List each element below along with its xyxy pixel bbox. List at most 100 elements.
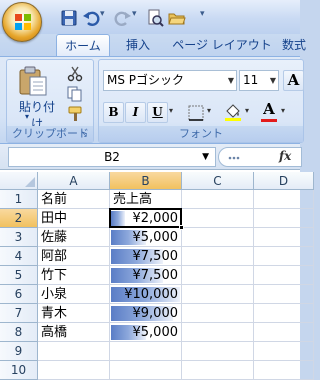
cell-a7[interactable]: 青木 xyxy=(38,304,110,323)
row-header-7[interactable]: 7 xyxy=(0,304,38,323)
cell-d9[interactable] xyxy=(254,342,314,361)
fill-color-icon[interactable] xyxy=(223,102,243,122)
cell-b3[interactable]: ¥5,000 xyxy=(110,228,182,247)
save-icon[interactable] xyxy=(60,9,78,27)
redo-icon[interactable] xyxy=(114,9,132,27)
cell-c6[interactable] xyxy=(182,285,254,304)
cell-d10[interactable] xyxy=(254,361,314,380)
format-painter-icon[interactable] xyxy=(67,106,83,122)
name-box[interactable]: B2 ▼ xyxy=(8,147,216,167)
italic-button[interactable]: I xyxy=(125,102,146,123)
font-group: MS Pゴシック ▼ 11 ▼ A B I U ▾ ▾ ▾ A ▾ フォント xyxy=(98,59,304,143)
cut-icon[interactable] xyxy=(67,66,83,82)
tab-formulas[interactable]: 数式 xyxy=(282,34,320,56)
cell-d5[interactable] xyxy=(254,266,314,285)
print-preview-icon[interactable] xyxy=(146,9,164,27)
cell-d6[interactable] xyxy=(254,285,314,304)
name-box-arrow-icon[interactable]: ▼ xyxy=(202,148,209,166)
row-header-8[interactable]: 8 xyxy=(0,323,38,342)
row-header-1[interactable]: 1 xyxy=(0,190,38,209)
row-header-4[interactable]: 4 xyxy=(0,247,38,266)
cell-a1[interactable]: 名前 xyxy=(38,190,110,209)
customize-qat-icon[interactable]: ▾ xyxy=(200,9,210,27)
clipboard-group-label-text: クリップボード xyxy=(12,127,89,140)
paste-dropdown-icon[interactable]: ▾ xyxy=(25,112,29,121)
cell-c3[interactable] xyxy=(182,228,254,247)
cell-a4[interactable]: 阿部 xyxy=(38,247,110,266)
cell-a3[interactable]: 佐藤 xyxy=(38,228,110,247)
cell-b10[interactable] xyxy=(110,361,182,380)
font-name-dropdown[interactable]: MS Pゴシック ▼ xyxy=(103,70,237,91)
cell-a8[interactable]: 高橋 xyxy=(38,323,110,342)
fill-color-dropdown-icon[interactable]: ▾ xyxy=(245,106,249,115)
worksheet-grid[interactable]: ABCD 1 名前 売上高 2 田中 ¥2,000 3 佐藤 ¥5,000 4 阿部 ¥7,500 5 竹… xyxy=(0,170,314,380)
grow-font-button[interactable]: A xyxy=(283,70,304,91)
redo-dropdown-icon[interactable]: ▾ xyxy=(132,9,142,27)
column-header-c[interactable]: C xyxy=(182,172,254,190)
cell-d4[interactable] xyxy=(254,247,314,266)
office-button[interactable] xyxy=(2,2,42,42)
cell-c5[interactable] xyxy=(182,266,254,285)
cell-c1[interactable] xyxy=(182,190,254,209)
row-header-5[interactable]: 5 xyxy=(0,266,38,285)
row-header-3[interactable]: 3 xyxy=(0,228,38,247)
column-header-b[interactable]: B xyxy=(110,172,182,190)
cell-c2[interactable] xyxy=(182,209,254,228)
clipboard-dialog-launcher-icon[interactable]: ↘ xyxy=(81,130,90,139)
font-color-button[interactable]: A xyxy=(259,100,279,122)
cell-a6[interactable]: 小泉 xyxy=(38,285,110,304)
font-group-label-text: フォント xyxy=(179,127,223,140)
undo-icon[interactable] xyxy=(82,9,100,27)
cell-b6[interactable]: ¥10,000 xyxy=(110,285,182,304)
cell-b9[interactable] xyxy=(110,342,182,361)
cell-b7[interactable]: ¥9,000 xyxy=(110,304,182,323)
cell-b8[interactable]: ¥5,000 xyxy=(110,323,182,342)
cell-c7[interactable] xyxy=(182,304,254,323)
paste-icon[interactable] xyxy=(17,66,49,96)
cell-value: ¥10,000 xyxy=(124,287,178,302)
cell-b4[interactable]: ¥7,500 xyxy=(110,247,182,266)
formula-input[interactable]: fx xyxy=(218,147,302,167)
tab-insert[interactable]: 挿入 xyxy=(118,34,158,56)
borders-dropdown-icon[interactable]: ▾ xyxy=(207,106,211,115)
cell-b1[interactable]: 売上高 xyxy=(110,190,182,209)
tab-home[interactable]: ホーム xyxy=(56,34,110,56)
cell-c9[interactable] xyxy=(182,342,254,361)
borders-icon[interactable] xyxy=(187,104,205,122)
cell-b5[interactable]: ¥7,500 xyxy=(110,266,182,285)
cell-b2[interactable]: ¥2,000 xyxy=(110,209,182,228)
copy-icon[interactable] xyxy=(67,86,83,102)
cell-c8[interactable] xyxy=(182,323,254,342)
bold-button[interactable]: B xyxy=(103,102,124,123)
row-header-2[interactable]: 2 xyxy=(0,209,38,228)
font-size-dropdown[interactable]: 11 ▼ xyxy=(239,70,279,91)
cell-a10[interactable] xyxy=(38,361,110,380)
font-size-value: 11 xyxy=(243,73,259,87)
cell-a9[interactable] xyxy=(38,342,110,361)
column-header-d[interactable]: D xyxy=(254,172,314,190)
row-header-9[interactable]: 9 xyxy=(0,342,38,361)
column-header-a[interactable]: A xyxy=(38,172,110,190)
tab-page-layout[interactable]: ページ レイアウト xyxy=(168,34,276,56)
cell-d1[interactable] xyxy=(254,190,314,209)
cell-c4[interactable] xyxy=(182,247,254,266)
insert-function-icon[interactable]: fx xyxy=(279,149,291,163)
font-color-dropdown-icon[interactable]: ▾ xyxy=(281,106,285,115)
open-folder-icon[interactable] xyxy=(168,9,186,27)
select-all-corner[interactable] xyxy=(0,172,38,190)
cell-value: 売上高 xyxy=(113,192,153,207)
cell-d2[interactable] xyxy=(254,209,314,228)
cell-d8[interactable] xyxy=(254,323,314,342)
cell-d3[interactable] xyxy=(254,228,314,247)
cell-c10[interactable] xyxy=(182,361,254,380)
expand-formula-icon[interactable] xyxy=(227,153,255,163)
cell-a5[interactable]: 竹下 xyxy=(38,266,110,285)
underline-button[interactable]: U xyxy=(147,102,168,123)
underline-dropdown-icon[interactable]: ▾ xyxy=(169,106,173,115)
cell-d7[interactable] xyxy=(254,304,314,323)
cell-a2[interactable]: 田中 xyxy=(38,209,110,228)
undo-dropdown-icon[interactable]: ▾ xyxy=(100,9,110,27)
data-bar xyxy=(111,211,125,226)
row-header-10[interactable]: 10 xyxy=(0,361,38,380)
row-header-6[interactable]: 6 xyxy=(0,285,38,304)
